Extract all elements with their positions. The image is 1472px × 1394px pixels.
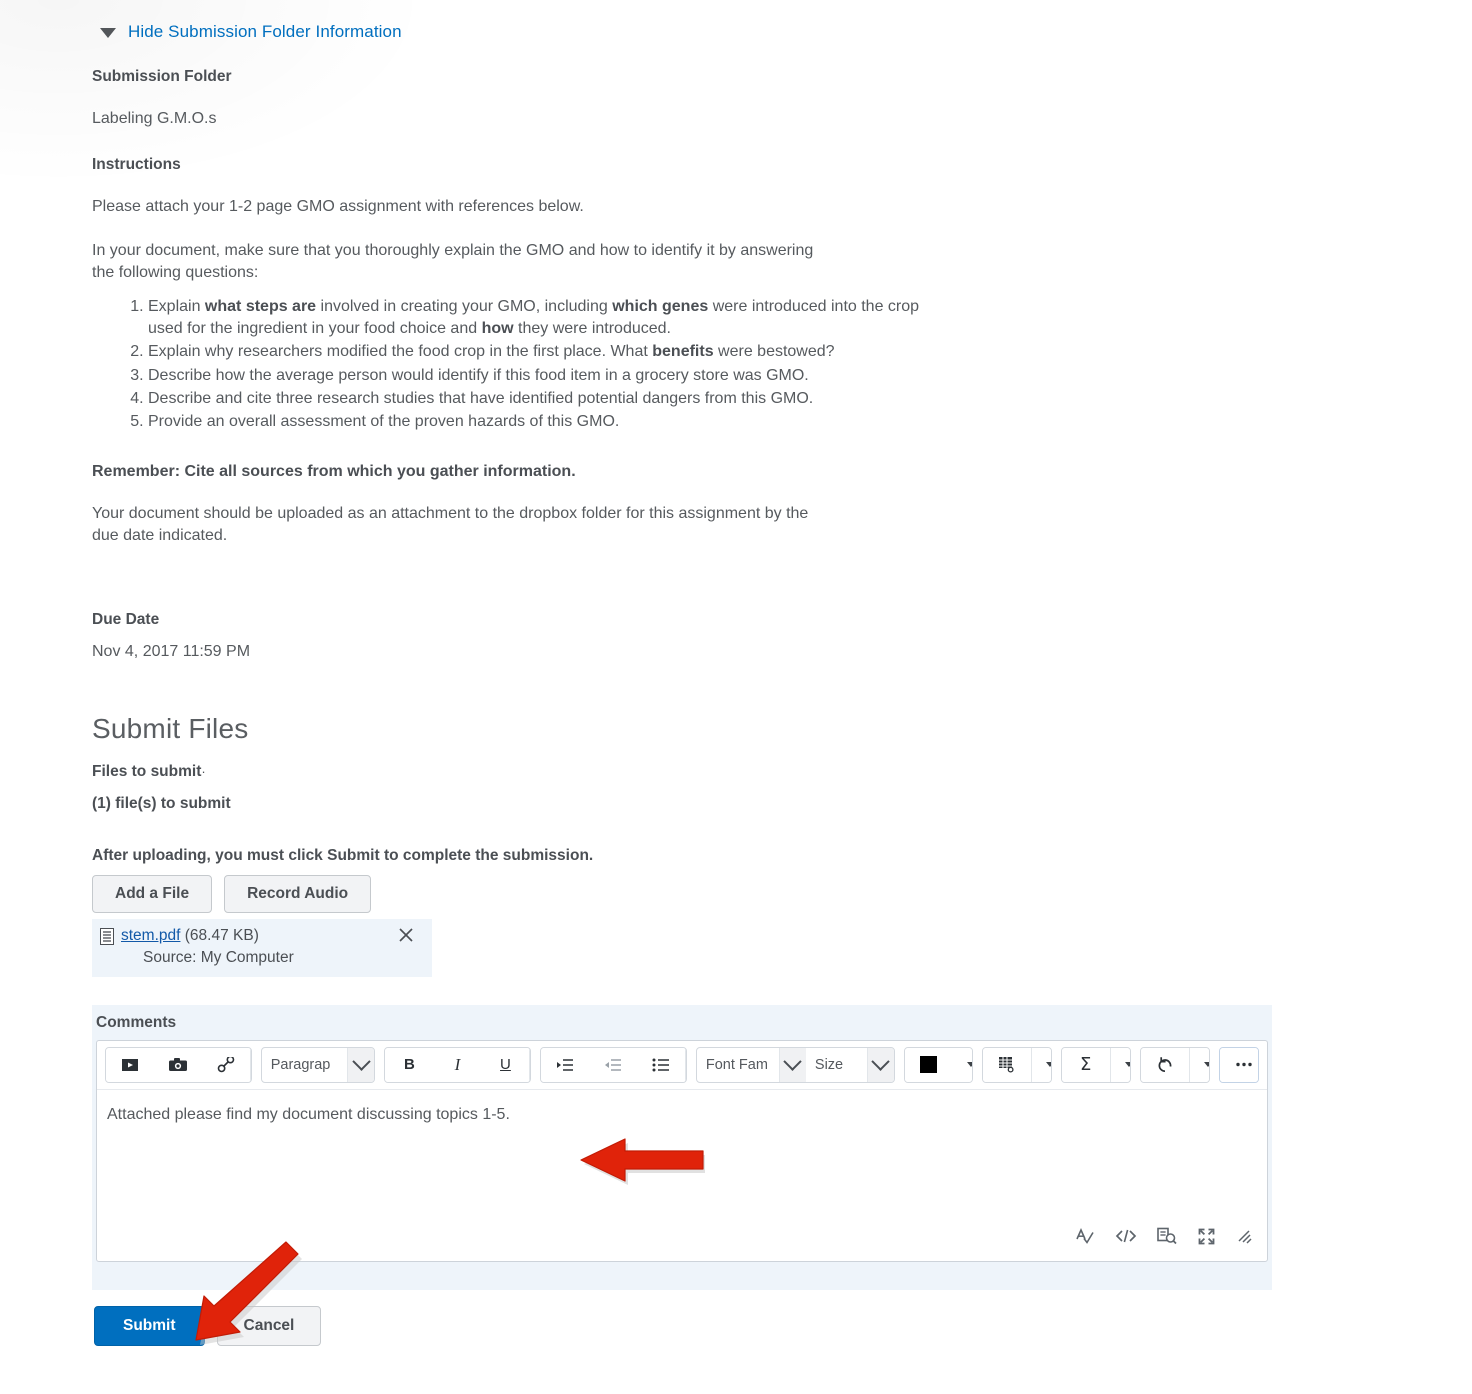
undo-group	[1139, 1046, 1210, 1083]
table-icon[interactable]	[982, 1047, 1031, 1082]
files-to-submit-text: Files to submit	[92, 762, 202, 780]
link-icon[interactable]	[202, 1047, 250, 1082]
attached-file-size: (68.47 KB)	[184, 926, 259, 944]
comments-panel: Comments Paragrap B I U Font Fam Size Σ …	[92, 1004, 1272, 1290]
preview-find-icon[interactable]	[1157, 1227, 1177, 1250]
instruction-question-4: Describe and cite three research studies…	[148, 388, 938, 410]
comments-label: Comments	[96, 1013, 177, 1031]
list-indent-group	[540, 1046, 687, 1083]
italic-button[interactable]: I	[433, 1047, 482, 1082]
text-color-group	[903, 1046, 973, 1083]
insert-group	[105, 1046, 252, 1083]
paragraph-style-value[interactable]: Paragrap	[262, 1048, 348, 1082]
camera-icon[interactable]	[154, 1047, 202, 1082]
hide-submission-folder-label[interactable]: Hide Submission Folder Information	[128, 22, 402, 42]
editor-status-bar	[1075, 1227, 1253, 1251]
attached-file-source: Source: My Computer	[143, 948, 294, 966]
instruction-question-2: Explain why researchers modified the foo…	[148, 341, 938, 363]
required-marker: ·	[201, 763, 206, 779]
instruction-question-3: Describe how the average person would id…	[148, 365, 938, 387]
remember-note: Remember: Cite all sources from which yo…	[92, 462, 576, 480]
text-format-group: B I U	[384, 1046, 532, 1083]
table-group	[981, 1046, 1052, 1083]
indent-icon[interactable]	[541, 1047, 590, 1082]
bold-button[interactable]: B	[385, 1047, 434, 1082]
more-options-group	[1218, 1046, 1260, 1083]
record-audio-button[interactable]: Record Audio	[224, 874, 372, 913]
ellipsis-icon[interactable]	[1219, 1047, 1259, 1082]
instructions-heading: Instructions	[92, 156, 181, 174]
page-background: Hide Submission Folder Information Submi…	[0, 0, 1472, 1394]
file-action-buttons: Add a File Record Audio	[92, 874, 1272, 913]
add-a-file-button[interactable]: Add a File	[92, 874, 213, 913]
submit-button[interactable]: Submit	[94, 1305, 205, 1346]
bullet-list-icon[interactable]	[637, 1047, 686, 1082]
resize-grip-icon[interactable]	[1236, 1228, 1253, 1250]
text-color-caret-down-icon[interactable]	[952, 1047, 972, 1082]
editor-comment-text: Attached please find my document discuss…	[107, 1105, 510, 1123]
form-action-buttons: Submit Cancel	[94, 1305, 1272, 1346]
font-family-value[interactable]: Font Fam	[697, 1048, 779, 1082]
format-caret-down-icon[interactable]	[529, 1047, 531, 1082]
due-date-value: Nov 4, 2017 11:59 PM	[92, 642, 251, 660]
undo-icon[interactable]	[1140, 1047, 1189, 1082]
hide-submission-folder-toggle[interactable]: Hide Submission Folder Information	[100, 22, 1272, 42]
editor-content-area[interactable]: Attached please find my document discuss…	[97, 1090, 1267, 1124]
spellcheck-icon[interactable]	[1075, 1227, 1095, 1250]
due-date-heading: Due Date	[92, 610, 160, 628]
table-caret-down-icon[interactable]	[1030, 1047, 1051, 1082]
html-code-icon[interactable]	[1115, 1228, 1137, 1249]
font-family-chevron-down-icon[interactable]	[778, 1047, 806, 1082]
font-group: Font Fam Size	[695, 1046, 895, 1083]
undo-caret-down-icon[interactable]	[1188, 1047, 1209, 1082]
files-to-submit-label: Files to submit·	[92, 763, 1272, 781]
comments-editor[interactable]: Paragrap B I U Font Fam Size Σ Attached …	[96, 1039, 1268, 1262]
video-icon[interactable]	[106, 1047, 154, 1082]
cancel-button[interactable]: Cancel	[216, 1305, 322, 1346]
paragraph-chevron-down-icon[interactable]	[347, 1047, 375, 1082]
instructions-paragraph-1: Please attach your 1-2 page GMO assignme…	[92, 198, 584, 216]
font-size-value[interactable]: Size	[806, 1048, 867, 1082]
closing-paragraph: Your document should be uploaded as an a…	[92, 504, 809, 544]
color-swatch	[920, 1056, 938, 1074]
instruction-question-5: Provide an overall assessment of the pro…	[148, 411, 938, 433]
equation-caret-down-icon[interactable]	[1109, 1047, 1130, 1082]
caret-down-icon	[100, 28, 116, 38]
attached-file-link[interactable]: stem.pdf	[121, 927, 180, 944]
fullscreen-icon[interactable]	[1197, 1227, 1216, 1251]
color-swatch-icon[interactable]	[904, 1047, 953, 1082]
document-icon	[100, 927, 114, 945]
submit-files-title: Submit Files	[92, 712, 249, 744]
submission-folder-heading: Submission Folder	[92, 68, 232, 85]
instruction-question-1: Explain what steps are involved in creat…	[148, 296, 938, 340]
font-size-chevron-down-icon[interactable]	[866, 1047, 894, 1082]
underline-button[interactable]: U	[481, 1047, 530, 1082]
outdent-icon[interactable]	[589, 1047, 638, 1082]
attached-file-row: stem.pdf (68.47 KB) Source: My Computer	[92, 918, 432, 977]
attached-file-info: stem.pdf (68.47 KB) Source: My Computer	[121, 925, 294, 969]
insert-caret-down-icon[interactable]	[250, 1047, 251, 1082]
submission-page-content: Hide Submission Folder Information Submi…	[92, 22, 1272, 1346]
equation-group: Σ	[1060, 1046, 1131, 1083]
editor-toolbar: Paragrap B I U Font Fam Size Σ	[97, 1041, 1267, 1090]
sigma-icon[interactable]: Σ	[1061, 1047, 1110, 1082]
instructions-paragraph-2: In your document, make sure that you tho…	[92, 242, 814, 282]
instruction-questions-list: Explain what steps are involved in creat…	[92, 296, 938, 432]
files-count-text: (1) file(s) to submit	[92, 794, 231, 812]
after-upload-note: After uploading, you must click Submit t…	[92, 846, 594, 864]
paragraph-style-select[interactable]: Paragrap	[260, 1046, 376, 1083]
list-caret-down-icon[interactable]	[685, 1047, 686, 1082]
close-icon[interactable]	[396, 925, 416, 945]
submission-folder-name: Labeling G.M.O.s	[92, 110, 217, 127]
